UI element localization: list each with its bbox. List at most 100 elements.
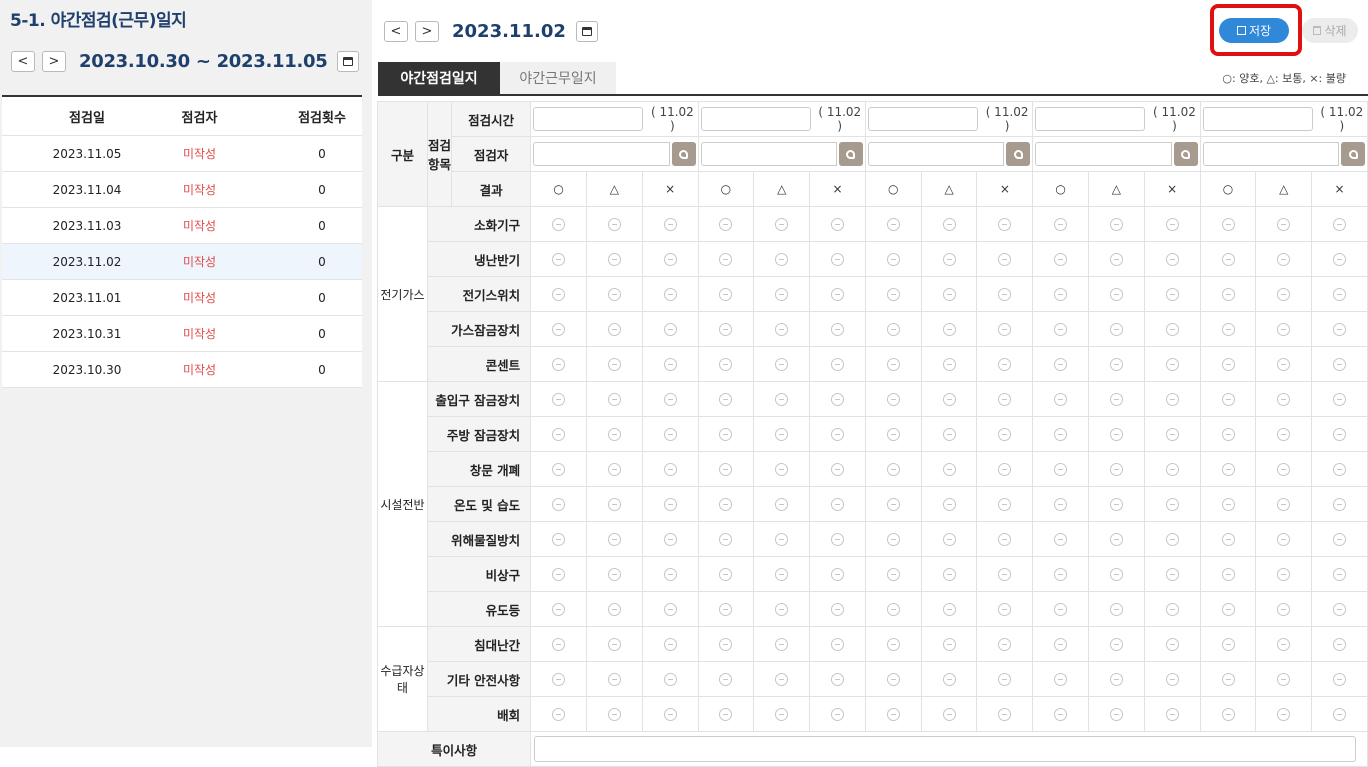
result-radio[interactable] xyxy=(1165,603,1179,616)
result-radio[interactable] xyxy=(607,498,621,511)
list-item[interactable]: 2023.10.30 미작성 0 xyxy=(2,352,362,388)
result-radio[interactable] xyxy=(1277,533,1291,546)
result-radio[interactable] xyxy=(607,323,621,336)
result-radio[interactable] xyxy=(1109,288,1123,301)
result-radio[interactable] xyxy=(1333,323,1347,336)
result-radio[interactable] xyxy=(1333,603,1347,616)
result-radio[interactable] xyxy=(1109,358,1123,371)
result-radio[interactable] xyxy=(1054,603,1068,616)
result-radio[interactable] xyxy=(1277,288,1291,301)
result-radio[interactable] xyxy=(719,603,733,616)
result-radio[interactable] xyxy=(1221,428,1235,441)
result-radio[interactable] xyxy=(552,323,566,336)
result-radio[interactable] xyxy=(663,358,677,371)
result-radio[interactable] xyxy=(607,218,621,231)
result-radio[interactable] xyxy=(830,393,844,406)
result-radio[interactable] xyxy=(830,603,844,616)
result-radio[interactable] xyxy=(830,498,844,511)
result-radio[interactable] xyxy=(942,708,956,721)
result-radio[interactable] xyxy=(886,673,900,686)
result-radio[interactable] xyxy=(663,498,677,511)
result-radio[interactable] xyxy=(607,358,621,371)
result-radio[interactable] xyxy=(607,638,621,651)
result-radio[interactable] xyxy=(552,533,566,546)
inspection-time-input[interactable] xyxy=(867,107,978,131)
result-radio[interactable] xyxy=(663,218,677,231)
result-radio[interactable] xyxy=(1109,673,1123,686)
result-radio[interactable] xyxy=(552,428,566,441)
result-radio[interactable] xyxy=(607,568,621,581)
result-radio[interactable] xyxy=(1333,463,1347,476)
result-radio[interactable] xyxy=(1054,498,1068,511)
list-item[interactable]: 2023.11.02 미작성 0 xyxy=(2,244,362,280)
result-radio[interactable] xyxy=(886,393,900,406)
result-radio[interactable] xyxy=(830,708,844,721)
result-radio[interactable] xyxy=(663,568,677,581)
result-radio[interactable] xyxy=(719,673,733,686)
result-radio[interactable] xyxy=(886,463,900,476)
select-inspector-button[interactable] xyxy=(671,142,696,166)
result-radio[interactable] xyxy=(942,323,956,336)
result-radio[interactable] xyxy=(1277,323,1291,336)
select-inspector-button[interactable] xyxy=(1006,142,1031,166)
result-radio[interactable] xyxy=(552,603,566,616)
result-radio[interactable] xyxy=(663,253,677,266)
result-radio[interactable] xyxy=(1165,428,1179,441)
result-radio[interactable] xyxy=(552,568,566,581)
result-radio[interactable] xyxy=(1054,568,1068,581)
result-radio[interactable] xyxy=(719,498,733,511)
result-radio[interactable] xyxy=(663,428,677,441)
result-radio[interactable] xyxy=(1109,603,1123,616)
result-radio[interactable] xyxy=(775,603,789,616)
result-radio[interactable] xyxy=(830,463,844,476)
result-radio[interactable] xyxy=(775,323,789,336)
result-radio[interactable] xyxy=(1333,428,1347,441)
save-button[interactable]: 저장 xyxy=(1219,18,1289,43)
result-radio[interactable] xyxy=(1165,568,1179,581)
result-radio[interactable] xyxy=(886,568,900,581)
result-radio[interactable] xyxy=(719,638,733,651)
result-radio[interactable] xyxy=(1333,288,1347,301)
result-radio[interactable] xyxy=(942,218,956,231)
result-radio[interactable] xyxy=(1333,498,1347,511)
result-radio[interactable] xyxy=(1277,498,1291,511)
result-radio[interactable] xyxy=(1109,428,1123,441)
result-radio[interactable] xyxy=(1221,603,1235,616)
result-radio[interactable] xyxy=(1221,253,1235,266)
result-radio[interactable] xyxy=(1277,218,1291,231)
result-radio[interactable] xyxy=(1277,393,1291,406)
result-radio[interactable] xyxy=(775,393,789,406)
result-radio[interactable] xyxy=(998,638,1012,651)
result-radio[interactable] xyxy=(998,498,1012,511)
result-radio[interactable] xyxy=(719,358,733,371)
result-radio[interactable] xyxy=(1054,673,1068,686)
result-radio[interactable] xyxy=(719,393,733,406)
prev-day-button[interactable]: < xyxy=(384,21,408,42)
result-radio[interactable] xyxy=(775,533,789,546)
inspector-input[interactable] xyxy=(1035,142,1172,166)
result-radio[interactable] xyxy=(998,358,1012,371)
result-radio[interactable] xyxy=(775,463,789,476)
result-radio[interactable] xyxy=(719,218,733,231)
result-radio[interactable] xyxy=(607,533,621,546)
result-radio[interactable] xyxy=(607,708,621,721)
result-radio[interactable] xyxy=(942,288,956,301)
result-radio[interactable] xyxy=(886,358,900,371)
result-radio[interactable] xyxy=(998,288,1012,301)
result-radio[interactable] xyxy=(775,288,789,301)
result-radio[interactable] xyxy=(998,463,1012,476)
result-radio[interactable] xyxy=(1165,288,1179,301)
result-radio[interactable] xyxy=(1221,393,1235,406)
result-radio[interactable] xyxy=(942,463,956,476)
result-radio[interactable] xyxy=(1221,218,1235,231)
result-radio[interactable] xyxy=(830,428,844,441)
inspection-time-input[interactable] xyxy=(700,107,811,131)
delete-button[interactable]: 삭제 xyxy=(1302,18,1358,43)
prev-week-button[interactable]: < xyxy=(11,51,35,72)
result-radio[interactable] xyxy=(886,533,900,546)
result-radio[interactable] xyxy=(886,323,900,336)
result-radio[interactable] xyxy=(1277,708,1291,721)
result-radio[interactable] xyxy=(1109,568,1123,581)
result-radio[interactable] xyxy=(830,358,844,371)
result-radio[interactable] xyxy=(1333,358,1347,371)
